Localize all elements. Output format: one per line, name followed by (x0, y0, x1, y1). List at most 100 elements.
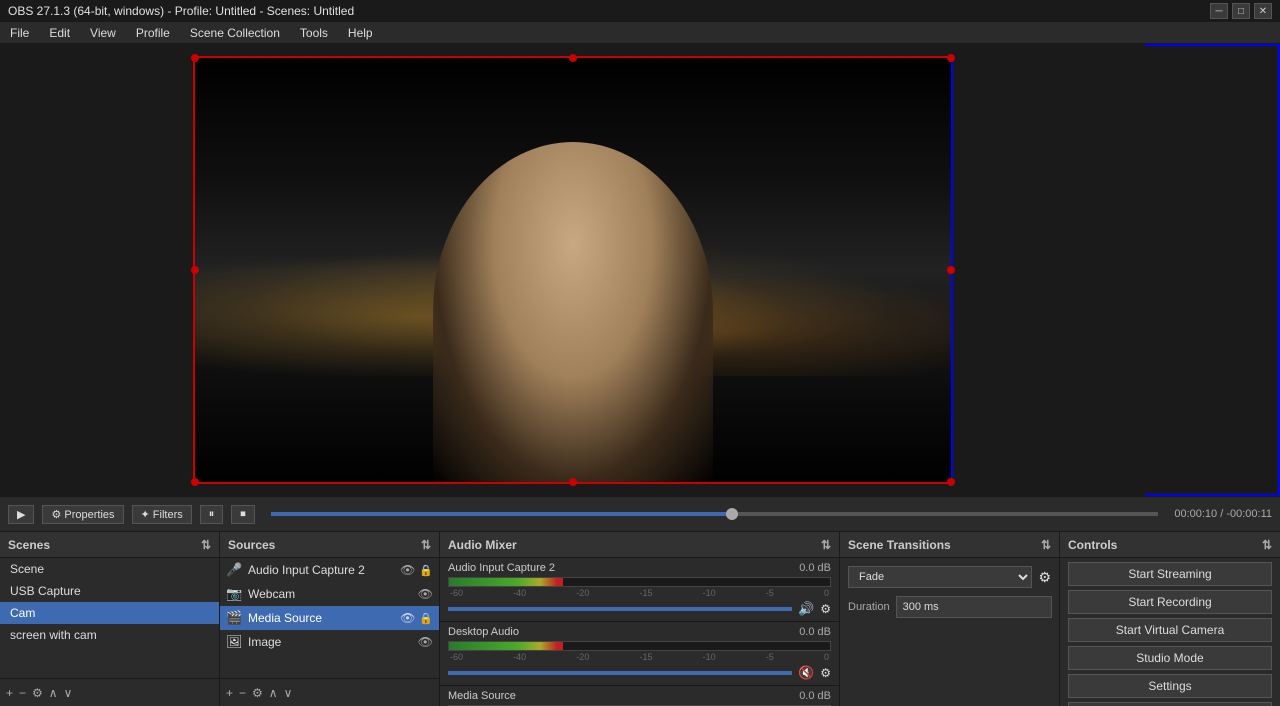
audio-track-1-volume[interactable] (448, 671, 792, 675)
scenes-remove-button[interactable]: − (19, 686, 26, 700)
duration-down-button[interactable]: ▼ (1058, 607, 1059, 615)
time-elapsed: 00:00:10 (1174, 508, 1217, 520)
transitions-content: Fade Cut Swipe Slide ⚙ Duration ▲ ▼ (840, 558, 1059, 706)
settings-button[interactable]: Settings (1068, 674, 1272, 698)
source-item-media[interactable]: 🎬 Media Source 👁 🔒 (220, 606, 439, 630)
person-silhouette (433, 142, 713, 482)
stop-button[interactable]: ⏹ (231, 505, 255, 524)
scene-item-screen[interactable]: screen with cam (0, 624, 219, 646)
filters-button[interactable]: ✦ Filters (132, 505, 192, 524)
handle-bottom-right[interactable] (947, 478, 955, 486)
audio-tracks: Audio Input Capture 2 0.0 dB -60-40-20-1… (440, 558, 839, 706)
transition-duration-label: Duration (848, 601, 890, 613)
audio-mixer-icon[interactable]: ⇅ (821, 538, 831, 552)
start-virtual-camera-button[interactable]: Start Virtual Camera (1068, 618, 1272, 642)
audio-mixer-header: Audio Mixer ⇅ (440, 532, 839, 558)
sources-panel-icon[interactable]: ⇅ (421, 538, 431, 552)
scene-item-cam[interactable]: Cam (0, 602, 219, 624)
menu-tools[interactable]: Tools (290, 24, 338, 42)
audio-track-0-volume[interactable] (448, 607, 792, 611)
properties-button[interactable]: ⚙ Properties (42, 505, 123, 524)
transitions-panel: Scene Transitions ⇅ Fade Cut Swipe Slide… (840, 532, 1060, 706)
source-controls-image: 👁 (418, 635, 433, 649)
exit-button[interactable]: Exit (1068, 702, 1272, 706)
sources-settings-button[interactable]: ⚙ (252, 686, 263, 700)
source-eye-btn-image[interactable]: 👁 (418, 635, 433, 649)
source-item-image[interactable]: 🖼 Image 👁 (220, 630, 439, 654)
image-source-icon: 🖼 (226, 634, 242, 650)
menu-help[interactable]: Help (338, 24, 383, 42)
audio-track-0-gear[interactable]: ⚙ (820, 602, 831, 616)
maximize-button[interactable]: □ (1232, 3, 1250, 19)
sources-up-button[interactable]: ∧ (269, 686, 278, 700)
scene-item-scene[interactable]: Scene (0, 558, 219, 580)
menu-scene-collection[interactable]: Scene Collection (180, 24, 290, 42)
audio-track-0-controls: 🔊 ⚙ (448, 601, 831, 617)
audio-mixer-title: Audio Mixer (448, 538, 517, 552)
audio-track-1-gear[interactable]: ⚙ (820, 666, 831, 680)
audio-track-0-header: Audio Input Capture 2 0.0 dB (448, 562, 831, 574)
scenes-panel-footer: + − ⚙ ∧ ∨ (0, 678, 219, 706)
menu-profile[interactable]: Profile (126, 24, 180, 42)
titlebar-title: OBS 27.1.3 (64-bit, windows) - Profile: … (8, 4, 354, 18)
panels: Scenes ⇅ Scene USB Capture Cam screen wi… (0, 531, 1280, 706)
titlebar: OBS 27.1.3 (64-bit, windows) - Profile: … (0, 0, 1280, 22)
source-lock-icon-media[interactable]: 🔒 (419, 612, 433, 625)
sources-panel-footer: + − ⚙ ∧ ∨ (220, 678, 439, 706)
seek-bar[interactable] (271, 512, 1159, 516)
handle-middle-left[interactable] (191, 266, 199, 274)
bottom-controls: ▶ ⚙ Properties ✦ Filters ⏸ ⏹ 00:00:10 / … (0, 496, 1280, 531)
controls-panel-title: Controls (1068, 538, 1117, 552)
scene-item-usb[interactable]: USB Capture (0, 580, 219, 602)
webcam-icon: 📷 (226, 586, 242, 602)
transitions-panel-icon[interactable]: ⇅ (1041, 538, 1051, 552)
play-button[interactable]: ▶ (8, 505, 34, 524)
studio-mode-button[interactable]: Studio Mode (1068, 646, 1272, 670)
pause-button[interactable]: ⏸ (200, 505, 224, 524)
start-recording-button[interactable]: Start Recording (1068, 590, 1272, 614)
scenes-up-button[interactable]: ∧ (49, 686, 58, 700)
scenes-add-button[interactable]: + (6, 686, 13, 700)
scenes-settings-button[interactable]: ⚙ (32, 686, 43, 700)
transition-gear-icon[interactable]: ⚙ (1038, 569, 1051, 586)
sources-remove-button[interactable]: − (239, 686, 246, 700)
source-controls-media: 👁 🔒 (400, 611, 433, 625)
media-source-icon: 🎬 (226, 610, 242, 626)
handle-bottom-center[interactable] (569, 478, 577, 486)
seek-thumb[interactable] (726, 508, 738, 520)
scenes-down-button[interactable]: ∨ (64, 686, 73, 700)
menu-view[interactable]: View (80, 24, 126, 42)
handle-top-right[interactable] (947, 54, 955, 62)
audio-track-0-mute[interactable]: 🔊 (798, 601, 814, 617)
source-item-audio-input[interactable]: 🎤 Audio Input Capture 2 👁 🔒 (220, 558, 439, 582)
handle-top-left[interactable] (191, 54, 199, 62)
handle-middle-right[interactable] (947, 266, 955, 274)
source-item-webcam[interactable]: 📷 Webcam 👁 (220, 582, 439, 606)
audio-track-0: Audio Input Capture 2 0.0 dB -60-40-20-1… (440, 558, 839, 622)
menu-file[interactable]: File (0, 24, 39, 42)
time-display: 00:00:10 / -00:00:11 (1174, 508, 1272, 520)
menubar: File Edit View Profile Scene Collection … (0, 22, 1280, 44)
transition-select[interactable]: Fade Cut Swipe Slide (848, 566, 1032, 588)
close-button[interactable]: ✕ (1254, 3, 1272, 19)
audio-track-2-db: 0.0 dB (799, 690, 831, 702)
audio-track-1-mute[interactable]: 🔇 (798, 665, 814, 681)
scenes-panel-icon[interactable]: ⇅ (201, 538, 211, 552)
sources-add-button[interactable]: + (226, 686, 233, 700)
source-controls-audio-input: 👁 🔒 (400, 563, 433, 577)
menu-edit[interactable]: Edit (39, 24, 80, 42)
controls-panel-icon[interactable]: ⇅ (1262, 538, 1272, 552)
handle-top-center[interactable] (569, 54, 577, 62)
sources-down-button[interactable]: ∨ (284, 686, 293, 700)
transition-duration-input[interactable] (896, 596, 1052, 618)
transition-spinners: ▲ ▼ (1058, 599, 1059, 615)
source-eye-btn-media[interactable]: 👁 (400, 611, 415, 625)
start-streaming-button[interactable]: Start Streaming (1068, 562, 1272, 586)
source-lock-icon-audio[interactable]: 🔒 (419, 564, 433, 577)
audio-track-2-name: Media Source (448, 690, 516, 702)
handle-bottom-left[interactable] (191, 478, 199, 486)
source-eye-btn-webcam[interactable]: 👁 (418, 587, 433, 601)
minimize-button[interactable]: ─ (1210, 3, 1228, 19)
main-area (0, 44, 1280, 496)
source-eye-btn-audio[interactable]: 👁 (400, 563, 415, 577)
